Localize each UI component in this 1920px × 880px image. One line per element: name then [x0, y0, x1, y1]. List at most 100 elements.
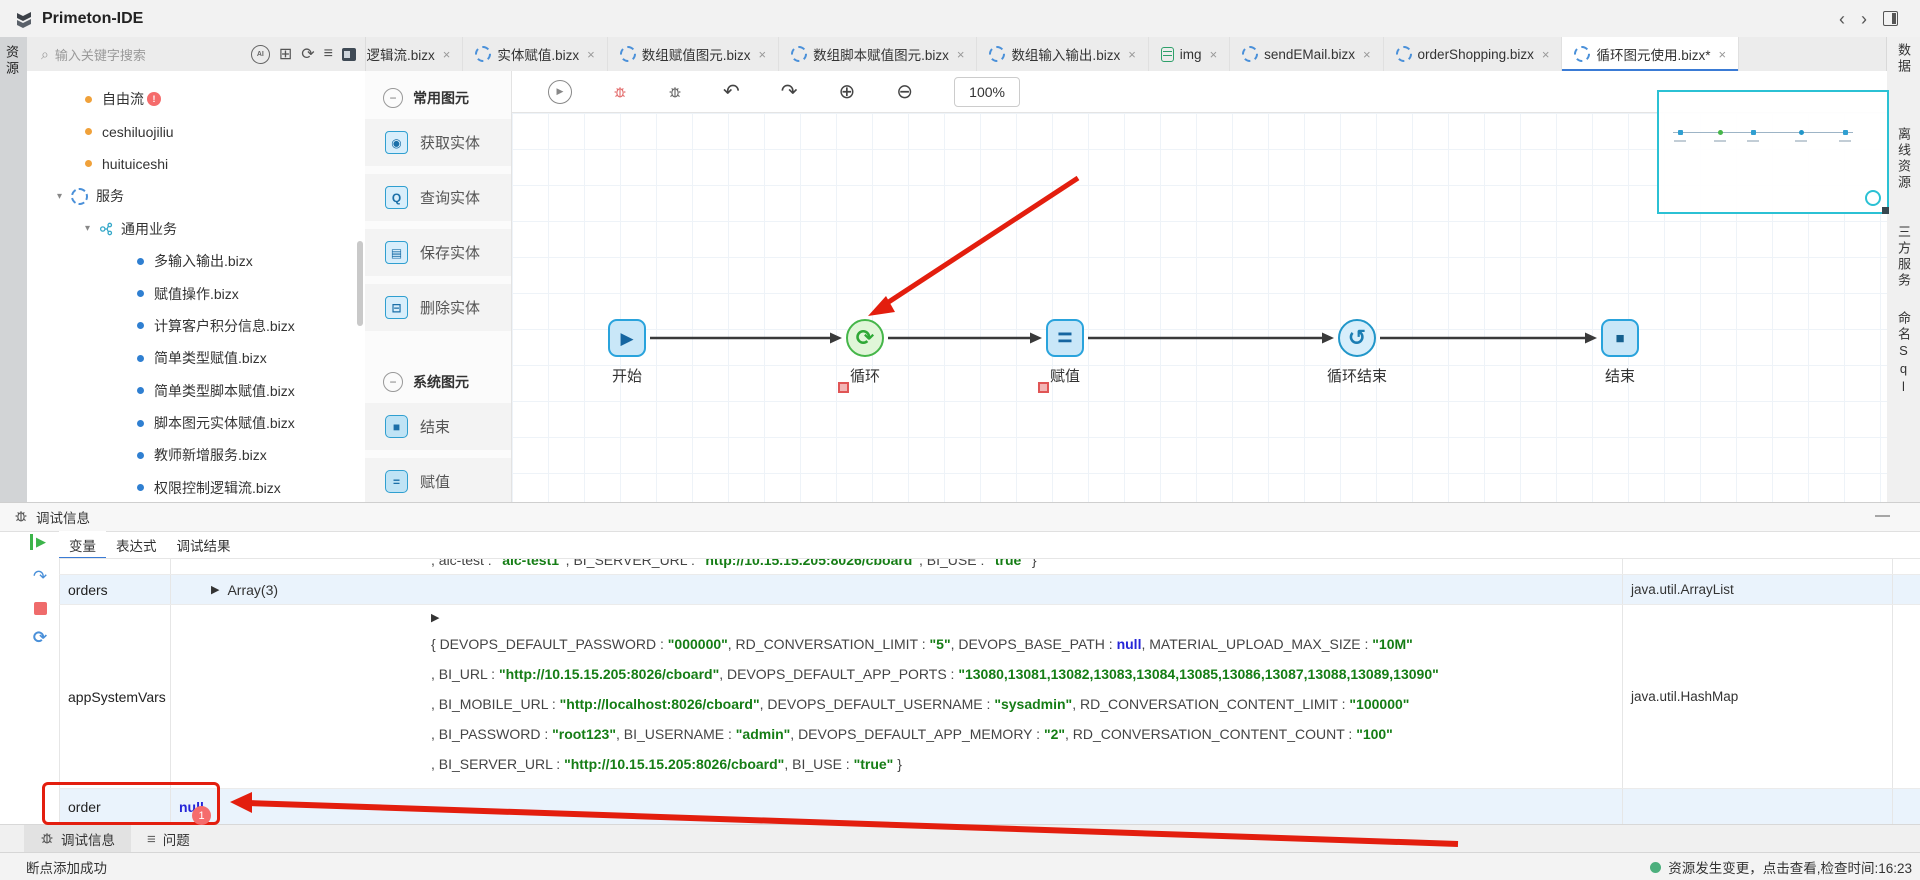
tree-item-1[interactable]: ceshiluojiliu [27, 115, 365, 147]
palette-item-save[interactable]: ▤保存实体 [365, 229, 511, 276]
cube-icon[interactable]: ⊞ [279, 44, 292, 64]
zoom-level[interactable]: 100% [954, 77, 1020, 107]
zoom-out-icon[interactable]: ⊖ [896, 79, 913, 104]
palette-item-delete[interactable]: ⊟删除实体 [365, 284, 511, 331]
node-开始[interactable]: ▶ [608, 319, 646, 357]
debug-bug-icon[interactable] [613, 85, 627, 99]
list-icon[interactable]: ≡ [324, 45, 333, 63]
debug-tab-2[interactable]: 调试结果 [167, 531, 241, 559]
refresh-icon[interactable]: ⟳ [301, 44, 314, 64]
tree-item-7[interactable]: 计算客户积分信息.bizx [27, 310, 365, 342]
tree-item-6[interactable]: 赋值操作.bizx [27, 277, 365, 309]
error-badge: ! [147, 92, 161, 106]
tab-close-icon[interactable]: × [443, 47, 451, 62]
editor-tab-3[interactable]: 数组脚本赋值图元.bizx× [779, 37, 977, 71]
nav-forward-icon[interactable]: › [1861, 10, 1867, 28]
rail-resources-tab[interactable]: 资源 [6, 45, 21, 77]
editor-tab-7[interactable]: orderShopping.bizx× [1384, 37, 1563, 71]
table-row-clipped[interactable]: , aic-test : "aic-test1", BI_SERVER_URL … [59, 559, 1920, 575]
editor-tab-4[interactable]: 数组输入输出.bizx× [977, 37, 1148, 71]
expander-icon[interactable]: ▶ [211, 583, 219, 596]
tab-close-icon[interactable]: × [758, 47, 766, 62]
expander-icon[interactable]: ▶ [171, 605, 1622, 629]
bottom-tab-0[interactable]: 调试信息 [24, 825, 131, 853]
palette-section-0[interactable]: −常用图元 [365, 77, 511, 119]
tab-close-icon[interactable]: × [1363, 47, 1371, 62]
tree-item-0[interactable]: 自由流! [27, 83, 365, 115]
node-循环[interactable]: ⟳ [846, 319, 884, 357]
collapse-icon[interactable]: − [383, 88, 403, 108]
editor-tab-8[interactable]: 循环图元使用.bizx* × [1562, 37, 1739, 71]
editor-tab-2[interactable]: 数组赋值图元.bizx× [608, 37, 779, 71]
collapse-icon[interactable]: − [383, 372, 403, 392]
rail-item-3[interactable]: 命名Sql [1894, 311, 1913, 397]
tree-item-10[interactable]: 脚本图元实体赋值.bizx [27, 407, 365, 439]
bottom-tab-1[interactable]: ≡问题 [131, 825, 206, 853]
editor-tab-1[interactable]: 实体赋值.bizx× [463, 37, 607, 71]
tab-label: 循环图元使用.bizx* [1596, 44, 1710, 64]
debug-tab-0[interactable]: 变量 [59, 531, 106, 559]
tab-close-icon[interactable]: × [957, 47, 965, 62]
minimap[interactable] [1657, 90, 1889, 214]
editor-tab-5[interactable]: img× [1149, 37, 1230, 71]
tree-item-11[interactable]: 教师新增服务.bizx [27, 439, 365, 471]
tab-close-icon[interactable]: × [1718, 47, 1726, 62]
tree-item-8[interactable]: 简单类型赋值.bizx [27, 342, 365, 374]
rail-item-0[interactable]: 数据 [1894, 43, 1913, 75]
tree-item-2[interactable]: huituiceshi [27, 148, 365, 180]
resource-change-notice[interactable]: 资源发生变更，点击查看,检查时间:16:23 [1650, 857, 1912, 877]
tab-close-icon[interactable]: × [1210, 47, 1218, 62]
rail-item-1[interactable]: 离线资源 [1894, 127, 1913, 191]
tab-close-icon[interactable]: × [1542, 47, 1550, 62]
table-row-appSystemVars[interactable]: appSystemVars▶{ DEVOPS_DEFAULT_PASSWORD … [59, 605, 1920, 789]
tree-item-12[interactable]: 权限控制逻辑流.bizx [27, 472, 365, 502]
row-type [1622, 789, 1892, 825]
debug-tab-1[interactable]: 表达式 [106, 531, 167, 559]
tab-close-icon[interactable]: × [587, 47, 595, 62]
resource-search[interactable]: ⌕ 输入关键字搜索 AI ⊞ ⟳ ≡ [27, 37, 366, 71]
layout-toggle-icon[interactable] [1883, 11, 1898, 26]
tree-item-4[interactable]: ▾通用业务 [27, 213, 365, 245]
breakpoint-icon[interactable] [1038, 382, 1049, 393]
resume-icon[interactable]: ▶ [30, 534, 49, 550]
caret-down-icon[interactable]: ▾ [57, 191, 71, 202]
table-row-orders[interactable]: orders▶Array(3)java.util.ArrayList [59, 575, 1920, 605]
row-type: java.util.HashMap [1622, 605, 1892, 788]
minimap-label [1795, 140, 1807, 142]
flow-canvas[interactable]: ▶ ↶ ↷ ⊕ ⊖ 100% ▶开始⟳循环=赋值↺循环结束■结束 [512, 71, 1887, 502]
deploy-bug-icon[interactable] [668, 85, 682, 99]
table-row-order[interactable]: ordernull [59, 789, 1920, 826]
search-input[interactable]: 输入关键字搜索 [55, 45, 251, 64]
tree-scrollbar[interactable] [357, 241, 363, 326]
palette-item-assign[interactable]: =赋值 [365, 458, 511, 505]
minimap-handle-icon[interactable] [1865, 190, 1881, 206]
palette-section-1[interactable]: −系统图元 [365, 361, 511, 403]
breakpoint-icon[interactable] [838, 382, 849, 393]
run-icon[interactable]: ▶ [548, 80, 572, 104]
tree-item-3[interactable]: ▾服务 [27, 180, 365, 212]
element-palette: −常用图元◉获取实体 Q查询实体 ▤保存实体 ⊟删除实体 −系统图元■结束 =赋值 [365, 71, 512, 502]
json-line: , BI_URL : "http://10.15.15.205:8026/cbo… [171, 659, 1622, 689]
node-循环结束[interactable]: ↺ [1338, 319, 1376, 357]
tab-close-icon[interactable]: × [1128, 47, 1136, 62]
editor-tab-6[interactable]: sendEMail.bizx× [1230, 37, 1383, 71]
tree-item-5[interactable]: 多输入输出.bizx [27, 245, 365, 277]
undo-icon[interactable]: ↶ [723, 79, 740, 104]
node-赋值[interactable]: = [1046, 319, 1084, 357]
zoom-in-icon[interactable]: ⊕ [839, 79, 856, 104]
board-icon[interactable] [342, 48, 356, 61]
nav-back-icon[interactable]: ‹ [1839, 10, 1845, 28]
palette-item-query[interactable]: Q查询实体 [365, 174, 511, 221]
rail-item-2[interactable]: 三方服务 [1894, 225, 1913, 289]
tree-item-9[interactable]: 简单类型脚本赋值.bizx [27, 375, 365, 407]
node-结束[interactable]: ■ [1601, 319, 1639, 357]
redo-icon[interactable]: ↷ [781, 79, 798, 104]
editor-tab-0[interactable]: 制逻辑流.bizx× [366, 37, 463, 71]
array-summary: Array(3) [227, 582, 278, 598]
palette-item-get[interactable]: ◉获取实体 [365, 119, 511, 166]
ai-icon[interactable]: AI [251, 45, 270, 64]
minimize-icon[interactable]: — [1875, 507, 1890, 524]
caret-down-icon[interactable]: ▾ [85, 223, 99, 234]
blue-dot-icon [137, 484, 144, 491]
palette-item-end[interactable]: ■结束 [365, 403, 511, 450]
